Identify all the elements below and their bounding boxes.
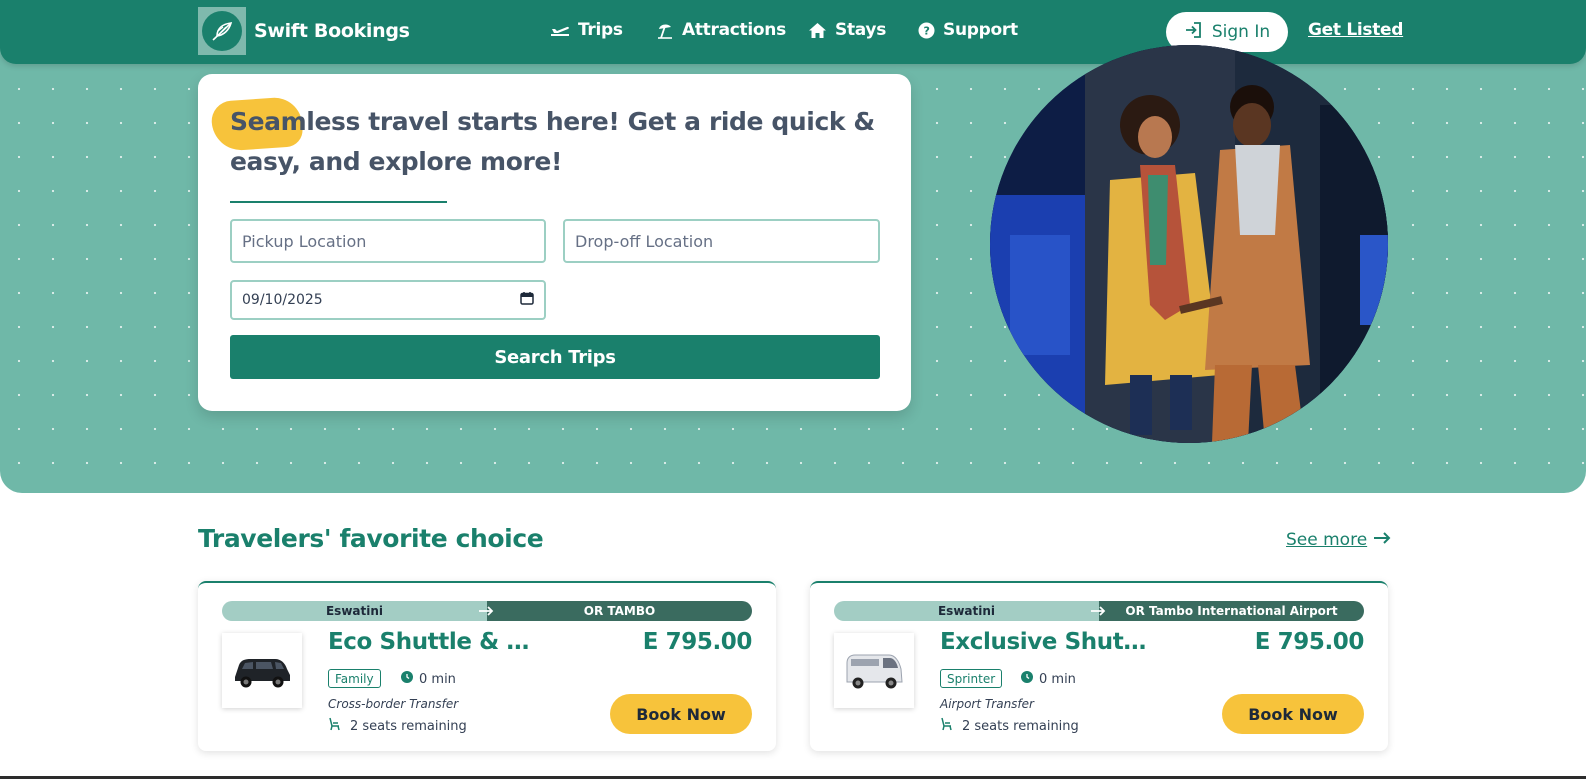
trip-search-card: Seamless travel starts here! Get a ride …: [198, 74, 911, 411]
nav-stays[interactable]: Stays: [808, 20, 886, 40]
search-headline: Seamless travel starts here! Get a ride …: [230, 107, 875, 176]
nav-attractions-label: Attractions: [682, 20, 786, 40]
headline-divider: [230, 201, 447, 203]
search-trips-button[interactable]: Search Trips: [230, 335, 880, 379]
route-destination: OR TAMBO: [487, 601, 752, 621]
dropoff-location-input[interactable]: [563, 219, 880, 263]
vehicle-class-badge: Sprinter: [940, 669, 1003, 688]
question-circle-icon: ?: [918, 22, 935, 39]
trip-duration: 0 min: [401, 671, 456, 687]
route-destination: OR Tambo International Airport: [1099, 601, 1364, 621]
transfer-type: Airport Transfer: [940, 697, 1034, 711]
route-origin: Eswatini: [222, 601, 487, 621]
trip-card[interactable]: Eswatini OR TAMBO Eco Shuttle & C... E 7…: [198, 581, 776, 751]
transfer-type: Cross-border Transfer: [328, 697, 459, 711]
trip-duration: 0 min: [1021, 671, 1076, 687]
trip-name[interactable]: Exclusive Shutt...: [940, 629, 1155, 655]
sign-in-label: Sign In: [1211, 22, 1271, 42]
nav-trips-label: Trips: [578, 20, 623, 40]
route-bar: Eswatini OR TAMBO: [222, 601, 752, 621]
vehicle-image: [834, 633, 914, 708]
route-arrow-icon: [478, 604, 494, 621]
travel-date-input[interactable]: 09/10/2025: [230, 280, 546, 320]
feather-wing-icon: [202, 11, 242, 51]
get-listed-link[interactable]: Get Listed: [1308, 20, 1403, 40]
seats-remaining-text: 2 seats remaining: [962, 718, 1079, 734]
seats-remaining: 2 seats remaining: [328, 717, 467, 735]
route-bar: Eswatini OR Tambo International Airport: [834, 601, 1364, 621]
trip-price: E 795.00: [1254, 629, 1365, 655]
vehicle-class-badge: Family: [328, 669, 381, 688]
trip-duration-value: 0 min: [1039, 671, 1076, 687]
trip-price: E 795.00: [642, 629, 753, 655]
headline-container: Seamless travel starts here! Get a ride …: [210, 95, 890, 182]
home-icon: [808, 22, 827, 39]
see-more-label: See more: [1286, 530, 1368, 550]
book-now-button[interactable]: Book Now: [610, 694, 752, 734]
seat-icon: [328, 717, 342, 735]
clock-icon: [401, 671, 413, 687]
favorites-section-title: Travelers' favorite choice: [198, 524, 544, 553]
hero-travelers-photo: [990, 45, 1388, 443]
seats-remaining: 2 seats remaining: [940, 717, 1079, 735]
top-navbar: Swift Bookings Trips Attractions Stays ?…: [0, 0, 1586, 64]
see-more-link[interactable]: See more: [1286, 530, 1391, 550]
brand-name[interactable]: Swift Bookings: [254, 20, 410, 42]
nav-stays-label: Stays: [835, 20, 887, 40]
arrow-right-icon: [1373, 530, 1391, 550]
nav-support-label: Support: [943, 20, 1018, 40]
vehicle-image: [222, 633, 302, 708]
seat-icon: [940, 717, 954, 735]
trip-card[interactable]: Eswatini OR Tambo International Airport …: [810, 581, 1388, 751]
route-arrow-icon: [1090, 604, 1106, 621]
book-now-button[interactable]: Book Now: [1222, 694, 1364, 734]
beach-umbrella-icon: [656, 21, 674, 39]
clock-icon: [1021, 671, 1033, 687]
nav-attractions[interactable]: Attractions: [656, 20, 786, 40]
plane-icon: [550, 22, 570, 38]
svg-text:?: ?: [923, 24, 929, 37]
sign-in-icon: [1184, 21, 1202, 44]
seats-remaining-text: 2 seats remaining: [350, 718, 467, 734]
route-origin: Eswatini: [834, 601, 1099, 621]
pickup-location-input[interactable]: [230, 219, 546, 263]
travel-date-value: 09/10/2025: [242, 292, 323, 308]
trip-name[interactable]: Eco Shuttle & C...: [328, 629, 543, 655]
trip-duration-value: 0 min: [419, 671, 456, 687]
nav-trips[interactable]: Trips: [550, 20, 623, 40]
calendar-icon[interactable]: [520, 291, 534, 309]
nav-support[interactable]: ? Support: [918, 20, 1018, 40]
brand-logo[interactable]: [198, 7, 246, 55]
